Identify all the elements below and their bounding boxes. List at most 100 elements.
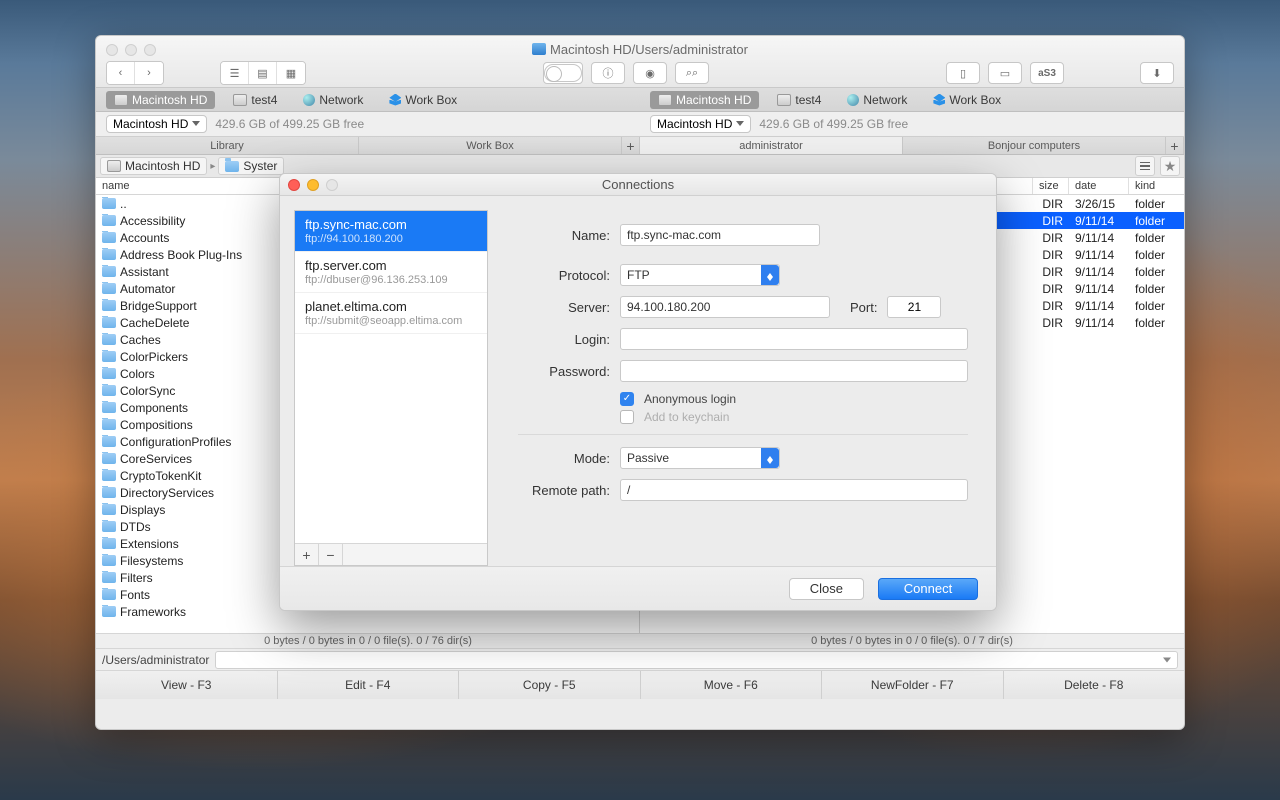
folder-icon (102, 300, 116, 311)
close-button[interactable]: Close (789, 578, 864, 600)
crumb-hd[interactable]: Macintosh HD (100, 157, 207, 175)
col-kind-r[interactable]: kind (1129, 178, 1184, 194)
chevron-updown-icon (761, 448, 779, 468)
fav-test4[interactable]: test4 (225, 91, 285, 109)
tab-add-left[interactable]: + (622, 137, 640, 154)
fav-macintosh-hd[interactable]: Macintosh HD (106, 91, 215, 109)
download-button[interactable]: ⬇ (1140, 62, 1174, 84)
folder-icon (102, 521, 116, 532)
folder-icon (532, 43, 546, 55)
anonymous-checkbox[interactable] (620, 392, 634, 406)
add-connection-button[interactable]: + (295, 544, 319, 565)
folder-icon (102, 589, 116, 600)
dialog-zoom-button[interactable] (326, 179, 338, 191)
remote-path-label: Remote path: (498, 483, 610, 498)
dialog-body: ftp.sync-mac.comftp://94.100.180.200ftp.… (280, 196, 996, 566)
archive-button[interactable]: ▯ (946, 62, 980, 84)
volume-free-left: 429.6 GB of 499.25 GB free (215, 117, 364, 131)
tab-add-right[interactable]: + (1166, 137, 1184, 154)
fav-workbox[interactable]: Work Box (381, 91, 465, 109)
command-path-label: /Users/administrator (102, 653, 209, 667)
name-label: Name: (498, 228, 610, 243)
fav-network[interactable]: Network (295, 91, 371, 109)
port-input[interactable]: 21 (887, 296, 941, 318)
favorite-star-button[interactable]: ★ (1160, 156, 1180, 176)
binoculars-button[interactable]: ⌕⌕ (675, 62, 709, 84)
folder-icon (102, 487, 116, 498)
function-button[interactable]: Delete - F8 (1004, 671, 1185, 699)
dialog-footer: Close Connect (280, 566, 996, 610)
fav-network-r[interactable]: Network (839, 91, 915, 109)
fav-macintosh-hd-r[interactable]: Macintosh HD (650, 91, 759, 109)
col-date-r[interactable]: date (1069, 178, 1129, 194)
tab-workbox[interactable]: Work Box (359, 137, 622, 154)
info-button[interactable]: ⓘ (591, 62, 625, 84)
name-input[interactable]: ftp.sync-mac.com (620, 224, 820, 246)
command-input[interactable] (215, 651, 1178, 669)
hd-icon (114, 94, 128, 106)
function-button[interactable]: NewFolder - F7 (822, 671, 1004, 699)
connection-item[interactable]: planet.eltima.comftp://submit@seoapp.elt… (295, 293, 487, 334)
function-button[interactable]: Edit - F4 (278, 671, 460, 699)
function-button[interactable]: Move - F6 (641, 671, 823, 699)
back-button[interactable]: ‹ (107, 62, 135, 84)
view-columns-icon[interactable]: ▤ (249, 62, 277, 84)
folder-icon (102, 334, 116, 345)
dialog-close-button[interactable] (288, 179, 300, 191)
protocol-label: Protocol: (498, 268, 610, 283)
folder-icon (102, 504, 116, 515)
s3-button[interactable]: aS3 (1030, 62, 1064, 84)
server-input[interactable]: 94.100.180.200 (620, 296, 830, 318)
col-size-r[interactable]: size (1033, 178, 1069, 194)
tab-administrator[interactable]: administrator (640, 137, 903, 154)
login-input[interactable] (620, 328, 968, 350)
status-left: 0 bytes / 0 bytes in 0 / 0 file(s). 0 / … (96, 634, 640, 648)
fav-test4-r[interactable]: test4 (769, 91, 829, 109)
tab-row: Library Work Box + administrator Bonjour… (96, 137, 1184, 155)
function-button[interactable]: Copy - F5 (459, 671, 641, 699)
forward-button[interactable]: › (135, 62, 163, 84)
connect-button[interactable]: Connect (878, 578, 978, 600)
connections-items[interactable]: ftp.sync-mac.comftp://94.100.180.200ftp.… (295, 211, 487, 543)
volume-select-right[interactable]: Macintosh HD (650, 115, 751, 133)
list-view-button[interactable] (1135, 156, 1155, 176)
tab-bonjour[interactable]: Bonjour computers (903, 137, 1166, 154)
hd-icon (777, 94, 791, 106)
volume-select-left[interactable]: Macintosh HD (106, 115, 207, 133)
connection-item[interactable]: ftp.server.comftp://dbuser@96.136.253.10… (295, 252, 487, 293)
folder-icon (102, 572, 116, 583)
status-row: 0 bytes / 0 bytes in 0 / 0 file(s). 0 / … (96, 633, 1184, 649)
dialog-minimize-button[interactable] (307, 179, 319, 191)
tab-library[interactable]: Library (96, 137, 359, 154)
network-icon (847, 94, 859, 106)
connection-item[interactable]: ftp.sync-mac.comftp://94.100.180.200 (295, 211, 487, 252)
view-grid-icon[interactable]: ▦ (277, 62, 305, 84)
remove-connection-button[interactable]: − (319, 544, 343, 565)
view-list-icon[interactable]: ☰ (221, 62, 249, 84)
folder-icon (102, 402, 116, 413)
volume-free-right: 429.6 GB of 499.25 GB free (759, 117, 908, 131)
crumb-system[interactable]: Syster (218, 157, 284, 175)
folder-icon (102, 249, 116, 260)
volume-row: Macintosh HD 429.6 GB of 499.25 GB free … (96, 112, 1184, 137)
tabs-right: administrator Bonjour computers + (640, 137, 1184, 154)
nav-back-forward: ‹ › (106, 61, 164, 85)
volume-left: Macintosh HD 429.6 GB of 499.25 GB free (96, 112, 640, 136)
folder-icon (102, 232, 116, 243)
remote-path-input[interactable]: / (620, 479, 968, 501)
hd-icon (658, 94, 672, 106)
hd-icon (107, 160, 121, 172)
keychain-checkbox[interactable] (620, 410, 634, 424)
folder-icon (102, 470, 116, 481)
fav-workbox-r[interactable]: Work Box (925, 91, 1009, 109)
tabs-left: Library Work Box + (96, 137, 640, 154)
window-title: Macintosh HD/Users/administrator (96, 42, 1184, 57)
function-button[interactable]: View - F3 (96, 671, 278, 699)
protocol-select[interactable]: FTP (620, 264, 780, 286)
toggle-switch[interactable] (543, 62, 583, 84)
quicklook-button[interactable]: ◉ (633, 62, 667, 84)
mode-select[interactable]: Passive (620, 447, 780, 469)
dropbox-icon (389, 94, 401, 106)
password-input[interactable] (620, 360, 968, 382)
disk-button[interactable]: ▭ (988, 62, 1022, 84)
